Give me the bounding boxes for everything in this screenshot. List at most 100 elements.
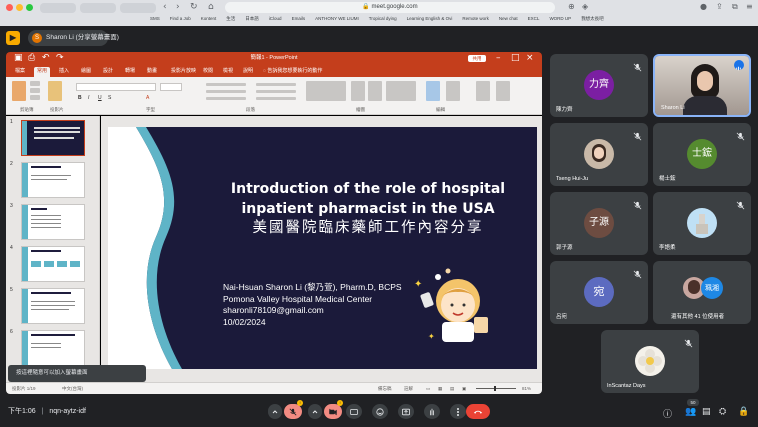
tabs-overview-icon[interactable]: ⧉: [732, 2, 738, 12]
host-controls-icon[interactable]: 🔒: [738, 407, 749, 417]
slide-thumbnail[interactable]: [21, 204, 85, 240]
slide-thumbnail[interactable]: [21, 246, 85, 282]
quick-styles-button[interactable]: [368, 81, 382, 101]
participant-tile[interactable]: InScantaz Days: [601, 330, 699, 393]
reading-view-icon[interactable]: ▤: [450, 383, 454, 394]
leave-call-button[interactable]: [466, 404, 490, 419]
sidebar-icon[interactable]: ≡: [746, 2, 753, 11]
tab-transitions[interactable]: 轉場: [122, 67, 138, 75]
bookmark[interactable]: Emails: [292, 16, 306, 25]
tab-file[interactable]: 檔案: [12, 67, 28, 75]
slide-thumbnail[interactable]: [21, 288, 85, 324]
extension-icon[interactable]: ⊕: [568, 2, 575, 11]
participant-tile[interactable]: 力齊 陳力齊: [550, 54, 648, 117]
bookmark[interactable]: Find a Job: [170, 16, 191, 25]
notes-button[interactable]: 備忘稿: [378, 383, 392, 394]
restore-icon[interactable]: □: [511, 53, 520, 63]
alignment-button[interactable]: [206, 90, 246, 93]
line-spacing-button[interactable]: [206, 97, 246, 100]
tab-view[interactable]: 檢視: [220, 67, 236, 75]
tab-review[interactable]: 校閱: [200, 67, 216, 75]
comments-button[interactable]: 註解: [404, 383, 413, 394]
text-direction-button[interactable]: [256, 83, 296, 86]
normal-view-icon[interactable]: ▭: [426, 383, 430, 394]
replace-button[interactable]: [446, 81, 460, 101]
address-bar[interactable]: 🔒 meet.google.com: [225, 2, 555, 13]
mic-toggle-button[interactable]: [284, 404, 302, 419]
bullets-button[interactable]: [206, 83, 246, 86]
meeting-details-icon[interactable]: ⓘ: [663, 407, 672, 420]
format-painter-button[interactable]: [30, 95, 40, 100]
tab-draw[interactable]: 繪圖: [78, 67, 94, 75]
shape-format-buttons[interactable]: [386, 81, 416, 101]
slide-thumbnail[interactable]: [21, 120, 85, 156]
font-family-select[interactable]: [76, 83, 156, 91]
bookmark[interactable]: 我想太長吧: [581, 16, 604, 25]
align-text-button[interactable]: [256, 90, 296, 93]
more-participants-tile[interactable]: 珮湘 還有其他 41 位使用者: [653, 261, 751, 324]
chat-icon[interactable]: ▤: [702, 407, 711, 417]
zoom-slider-handle[interactable]: [494, 386, 496, 391]
minimize-icon[interactable]: –: [496, 53, 501, 63]
reactions-button[interactable]: [372, 404, 388, 419]
bookmark[interactable]: iCloud: [269, 16, 282, 25]
strikethrough-button[interactable]: S: [108, 95, 111, 101]
forward-icon[interactable]: ›: [176, 2, 180, 12]
bookmark[interactable]: 生活: [226, 16, 235, 25]
bold-button[interactable]: B: [78, 95, 82, 101]
audio-options-button[interactable]: [268, 404, 282, 419]
back-icon[interactable]: ‹: [163, 2, 167, 12]
cut-button[interactable]: [30, 81, 40, 86]
zoom-level[interactable]: 81%: [522, 383, 531, 394]
designer-button[interactable]: [496, 81, 510, 101]
bookmark[interactable]: Tropical dying: [369, 16, 397, 25]
more-options-button[interactable]: [450, 404, 466, 419]
activities-icon[interactable]: ⛭: [719, 407, 726, 417]
bookmark[interactable]: ANTHONY WE LIUMI: [315, 16, 359, 25]
slideshow-view-icon[interactable]: ▣: [462, 383, 466, 394]
presenter-chip[interactable]: S Sharon Li (分享螢幕畫面): [28, 30, 119, 46]
dictate-button[interactable]: [476, 81, 490, 101]
browser-tab[interactable]: [80, 3, 116, 13]
participant-tile[interactable]: 李語柔: [653, 192, 751, 255]
font-color-button[interactable]: A: [146, 95, 149, 101]
paste-button[interactable]: [12, 81, 26, 101]
bookmark[interactable]: New chat: [499, 16, 518, 25]
arrange-button[interactable]: [351, 81, 365, 101]
raise-hand-button[interactable]: [424, 404, 440, 419]
slide-thumbnail[interactable]: [21, 330, 85, 366]
tab-design[interactable]: 設計: [100, 67, 116, 75]
underline-button[interactable]: U: [98, 95, 102, 101]
minimize-window-button[interactable]: [16, 4, 23, 11]
bookmark[interactable]: Learning English & Ovi: [407, 16, 453, 25]
camera-toggle-button[interactable]: [324, 404, 342, 419]
browser-tab[interactable]: [40, 3, 76, 13]
close-icon[interactable]: ×: [526, 53, 534, 63]
smartart-button[interactable]: [256, 97, 296, 100]
current-slide[interactable]: Introduction of the role of hospital inp…: [108, 127, 537, 369]
tab-slideshow[interactable]: 投影片放映: [168, 67, 199, 75]
slide-thumbnail[interactable]: [21, 162, 85, 198]
participant-tile[interactable]: 宛 呂宛: [550, 261, 648, 324]
sorter-view-icon[interactable]: ▦: [438, 383, 442, 394]
share-icon[interactable]: ⇪: [716, 2, 723, 11]
home-icon[interactable]: ⌂: [208, 2, 214, 12]
bookmark[interactable]: Remote work: [462, 16, 489, 25]
new-slide-button[interactable]: [48, 81, 62, 101]
bookmark[interactable]: SMS: [150, 16, 160, 25]
browser-tab[interactable]: [120, 3, 156, 13]
participant-tile-speaking[interactable]: Sharon Li: [653, 54, 751, 117]
copy-button[interactable]: [30, 88, 40, 93]
people-icon[interactable]: 👥: [685, 407, 696, 417]
reload-icon[interactable]: ↻: [190, 2, 198, 12]
close-window-button[interactable]: [6, 4, 13, 11]
extension-icon[interactable]: ◈: [582, 2, 588, 11]
tab-home[interactable]: 常用: [34, 67, 51, 77]
ppt-share-button[interactable]: 共用: [468, 55, 486, 62]
present-screen-button[interactable]: [398, 404, 414, 419]
tab-insert[interactable]: 插入: [56, 67, 72, 75]
language-indicator[interactable]: 中文(台灣): [62, 383, 83, 394]
bookmark[interactable]: WORD UP: [549, 16, 571, 25]
participant-tile[interactable]: Tseng Hui-Ju: [550, 123, 648, 186]
tell-me-search[interactable]: ◌ 告訴我您想要執行的動作: [260, 67, 325, 75]
